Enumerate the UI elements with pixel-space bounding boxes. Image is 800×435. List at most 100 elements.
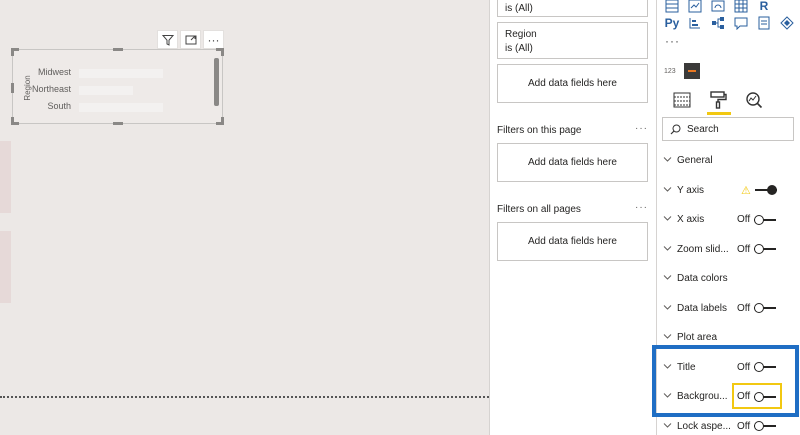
add-data-fields-visual[interactable]: Add data fields here: [497, 64, 648, 103]
fields-icon: [673, 92, 691, 108]
format-tab[interactable]: [707, 88, 731, 115]
paint-roller-icon: [710, 91, 727, 109]
chevron-down-icon[interactable]: [663, 244, 672, 253]
toggle-state-label: Off: [737, 243, 751, 255]
toggle-switch[interactable]: [754, 214, 777, 225]
add-data-fields-label: Add data fields here: [528, 157, 617, 168]
table-icon[interactable]: [662, 0, 682, 14]
toggle-control: ⚠: [741, 184, 777, 197]
format-search-input[interactable]: Search: [662, 117, 794, 141]
power-apps-icon[interactable]: [777, 15, 797, 31]
toggle-state-label: Off: [737, 302, 751, 314]
toggle-state-label: Off: [737, 420, 751, 432]
python-visual-label: Py: [664, 16, 680, 30]
chevron-down-icon[interactable]: [663, 303, 672, 312]
resize-handle[interactable]: [113, 48, 123, 51]
filter-card-value: is (All): [505, 3, 533, 14]
more-options-icon[interactable]: ···: [203, 30, 224, 49]
pane-tabs: [671, 88, 765, 115]
resize-handle[interactable]: [113, 122, 123, 125]
bar-chart-visual[interactable]: Region Midwest Northeast South: [11, 48, 224, 125]
filter-card-field: Region: [505, 29, 537, 40]
filters-on-this-page-header: Filters on this page ···: [497, 123, 648, 136]
resize-handle[interactable]: [11, 117, 14, 125]
format-section-label: General: [677, 155, 713, 166]
key-influencers-icon[interactable]: [685, 15, 705, 31]
chevron-down-icon[interactable]: [663, 421, 672, 430]
category-label: Northeast: [31, 84, 71, 94]
card-visual-icon[interactable]: 123: [664, 68, 680, 75]
toggle-switch[interactable]: [754, 185, 777, 195]
format-section-y-axis[interactable]: Y axis ⚠: [657, 176, 800, 205]
analytics-icon: [746, 92, 763, 109]
bar[interactable]: [79, 103, 163, 112]
visual-icons-row: R: [662, 0, 774, 14]
filters-pane: is (All) Region is (All) Add data fields…: [489, 0, 656, 435]
chevron-down-icon[interactable]: [663, 332, 672, 341]
filter-card-region[interactable]: Region is (All): [497, 22, 648, 59]
format-section-general[interactable]: General: [657, 146, 800, 175]
bar-row[interactable]: Midwest: [13, 67, 193, 79]
filter-card-value: is (All): [505, 43, 533, 54]
resize-handle[interactable]: [221, 48, 224, 56]
resize-handle[interactable]: [221, 117, 224, 125]
filter-icon[interactable]: [157, 30, 178, 49]
toggle-switch[interactable]: [754, 244, 777, 254]
matrix-icon[interactable]: [731, 0, 751, 14]
chevron-down-icon[interactable]: [663, 273, 672, 282]
more-visuals-icon[interactable]: ···: [665, 34, 680, 48]
format-section-label: Data labels: [677, 302, 728, 314]
format-section-label: Data colors: [677, 273, 728, 284]
toggle-control: Off: [737, 214, 777, 225]
more-options-label: ···: [207, 32, 220, 47]
format-section-x-axis[interactable]: X axis Off: [657, 205, 800, 234]
visual-icons-row: Py: [662, 15, 797, 31]
visual-header-toolbar: ···: [157, 30, 224, 50]
filters-on-all-pages-header: Filters on all pages ···: [497, 202, 648, 215]
toggle-control: Off: [737, 302, 777, 314]
more-options-icon[interactable]: ···: [635, 202, 648, 213]
chevron-down-icon[interactable]: [663, 185, 672, 194]
focus-mode-icon[interactable]: [180, 30, 201, 49]
search-placeholder: Search: [687, 123, 719, 135]
python-visual-icon[interactable]: Py: [662, 15, 682, 31]
filter-card[interactable]: is (All): [497, 0, 648, 17]
focus-annotation: [732, 383, 782, 409]
add-data-fields-label: Add data fields here: [528, 236, 617, 247]
add-data-fields-label: Add data fields here: [528, 78, 617, 89]
gauge-icon[interactable]: [708, 0, 728, 14]
paginated-report-icon[interactable]: [754, 15, 774, 31]
add-data-fields-page[interactable]: Add data fields here: [497, 143, 648, 182]
category-label: Midwest: [37, 67, 71, 77]
format-section-zoom-slid[interactable]: Zoom slid... Off: [657, 235, 800, 264]
decomposition-tree-icon[interactable]: [708, 15, 728, 31]
report-canvas[interactable]: ··· Region Midwest Northeast South: [0, 0, 489, 435]
analytics-tab[interactable]: [743, 88, 765, 112]
format-section-label: Zoom slid...: [677, 243, 729, 255]
fields-tab[interactable]: [671, 88, 693, 112]
bar-row[interactable]: Northeast: [13, 84, 193, 96]
r-visual-label: R: [759, 0, 769, 13]
warning-icon: ⚠: [741, 184, 751, 197]
offcanvas-visual-fragment: [0, 141, 11, 213]
custom-visual-icon[interactable]: [684, 63, 700, 79]
qa-icon[interactable]: [731, 15, 751, 31]
r-visual-icon[interactable]: R: [754, 0, 774, 14]
chevron-down-icon[interactable]: [663, 214, 672, 223]
format-section-data-labels[interactable]: Data labels Off: [657, 294, 800, 323]
visual-scrollbar[interactable]: [214, 58, 219, 106]
section-title: Filters on all pages: [497, 204, 581, 215]
toggle-switch[interactable]: [754, 303, 777, 313]
format-section-data-colors[interactable]: Data colors: [657, 264, 800, 293]
toggle-control: Off: [737, 243, 777, 255]
more-options-icon[interactable]: ···: [635, 123, 648, 134]
toggle-switch[interactable]: [754, 421, 777, 431]
bar-row[interactable]: South: [13, 101, 193, 113]
format-section-label: Plot area: [677, 332, 718, 343]
chevron-down-icon[interactable]: [663, 155, 672, 164]
bar[interactable]: [79, 86, 133, 95]
bar[interactable]: [79, 69, 163, 78]
add-data-fields-all-pages[interactable]: Add data fields here: [497, 222, 648, 261]
kpi-icon[interactable]: [685, 0, 705, 14]
resize-handle[interactable]: [11, 48, 14, 56]
